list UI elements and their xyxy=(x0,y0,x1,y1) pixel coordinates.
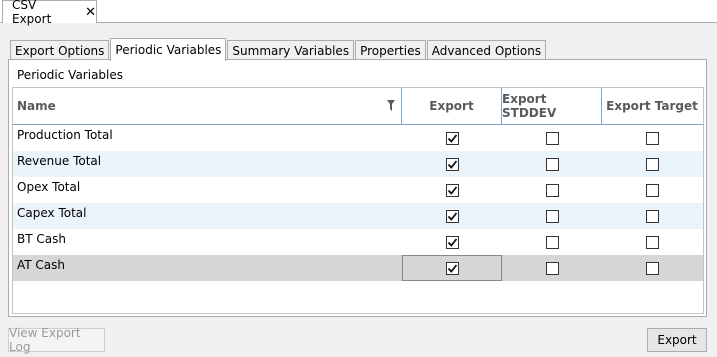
export-cell xyxy=(402,203,502,229)
tab-advanced-options[interactable]: Advanced Options xyxy=(426,40,547,60)
variable-name-cell: Production Total xyxy=(17,128,113,142)
tab-export-options[interactable]: Export Options xyxy=(10,40,110,60)
export-stddev-cell xyxy=(502,125,602,151)
section-title: Periodic Variables xyxy=(17,68,124,82)
table-row[interactable]: Revenue Total xyxy=(13,151,703,177)
table-row[interactable]: Production Total xyxy=(13,125,703,151)
column-header-export[interactable]: Export xyxy=(402,88,502,124)
periodic-variables-panel: Periodic Variables Name Export Export ST… xyxy=(8,59,707,317)
filter-icon[interactable] xyxy=(387,100,395,111)
export-target-cell xyxy=(602,229,702,255)
variable-name-cell: Revenue Total xyxy=(17,154,102,168)
grid-rows: Production Total Revenue Total Opex Total C… xyxy=(13,125,703,281)
export-target-checkbox[interactable] xyxy=(645,131,659,145)
export-checkbox[interactable] xyxy=(445,235,459,249)
export-stddev-cell xyxy=(502,255,602,281)
export-stddev-cell xyxy=(502,151,602,177)
export-stddev-cell xyxy=(502,203,602,229)
export-stddev-cell xyxy=(502,229,602,255)
table-row[interactable]: BT Cash xyxy=(13,229,703,255)
document-body: Export Options Periodic Variables Summar… xyxy=(0,22,717,357)
export-stddev-checkbox[interactable] xyxy=(545,235,559,249)
variable-name-cell: BT Cash xyxy=(17,232,66,246)
export-cell xyxy=(402,177,502,203)
export-checkbox[interactable] xyxy=(445,183,459,197)
variable-name-cell: Capex Total xyxy=(17,206,87,220)
export-cell xyxy=(402,255,502,281)
tab-summary-variables[interactable]: Summary Variables xyxy=(227,40,355,60)
export-button[interactable]: Export xyxy=(647,328,707,352)
export-stddev-checkbox[interactable] xyxy=(545,157,559,171)
column-header-name[interactable]: Name xyxy=(13,88,402,124)
document-tab-title: CSV Export xyxy=(12,0,52,26)
view-export-log-button[interactable]: View Export Log xyxy=(8,326,105,354)
export-checkbox[interactable] xyxy=(445,157,459,171)
export-target-cell xyxy=(602,125,702,151)
column-header-export-target[interactable]: Export Target xyxy=(602,88,702,124)
column-header-export-stddev[interactable]: Export STDDEV xyxy=(502,88,602,124)
export-target-cell xyxy=(602,177,702,203)
export-target-cell xyxy=(602,203,702,229)
close-icon[interactable]: ✕ xyxy=(85,6,96,19)
export-cell xyxy=(402,151,502,177)
tab-periodic-variables[interactable]: Periodic Variables xyxy=(110,38,227,61)
periodic-variables-grid: Name Export Export STDDEV Export Target … xyxy=(12,87,704,314)
grid-header: Name Export Export STDDEV Export Target xyxy=(13,88,703,125)
export-target-cell xyxy=(602,255,702,281)
table-row[interactable]: Opex Total xyxy=(13,177,703,203)
export-target-cell xyxy=(602,151,702,177)
export-checkbox[interactable] xyxy=(445,131,459,145)
export-target-checkbox[interactable] xyxy=(645,157,659,171)
column-header-name-label: Name xyxy=(17,99,56,113)
export-stddev-checkbox[interactable] xyxy=(545,261,559,275)
export-stddev-checkbox[interactable] xyxy=(545,209,559,223)
variable-name-cell: AT Cash xyxy=(17,258,66,272)
table-row[interactable]: AT Cash xyxy=(13,255,703,281)
export-checkbox[interactable] xyxy=(445,261,459,275)
table-row[interactable]: Capex Total xyxy=(13,203,703,229)
export-target-checkbox[interactable] xyxy=(645,183,659,197)
document-tab-csv-export[interactable]: CSV Export ✕ xyxy=(2,0,97,26)
export-checkbox[interactable] xyxy=(445,209,459,223)
export-target-checkbox[interactable] xyxy=(645,209,659,223)
export-target-checkbox[interactable] xyxy=(645,235,659,249)
variable-name-cell: Opex Total xyxy=(17,180,81,194)
export-cell xyxy=(402,229,502,255)
export-cell xyxy=(402,125,502,151)
tab-properties[interactable]: Properties xyxy=(355,40,426,60)
export-stddev-checkbox[interactable] xyxy=(545,183,559,197)
export-stddev-checkbox[interactable] xyxy=(545,131,559,145)
tab-strip: Export Options Periodic Variables Summar… xyxy=(10,37,547,61)
export-target-checkbox[interactable] xyxy=(645,261,659,275)
export-stddev-cell xyxy=(502,177,602,203)
